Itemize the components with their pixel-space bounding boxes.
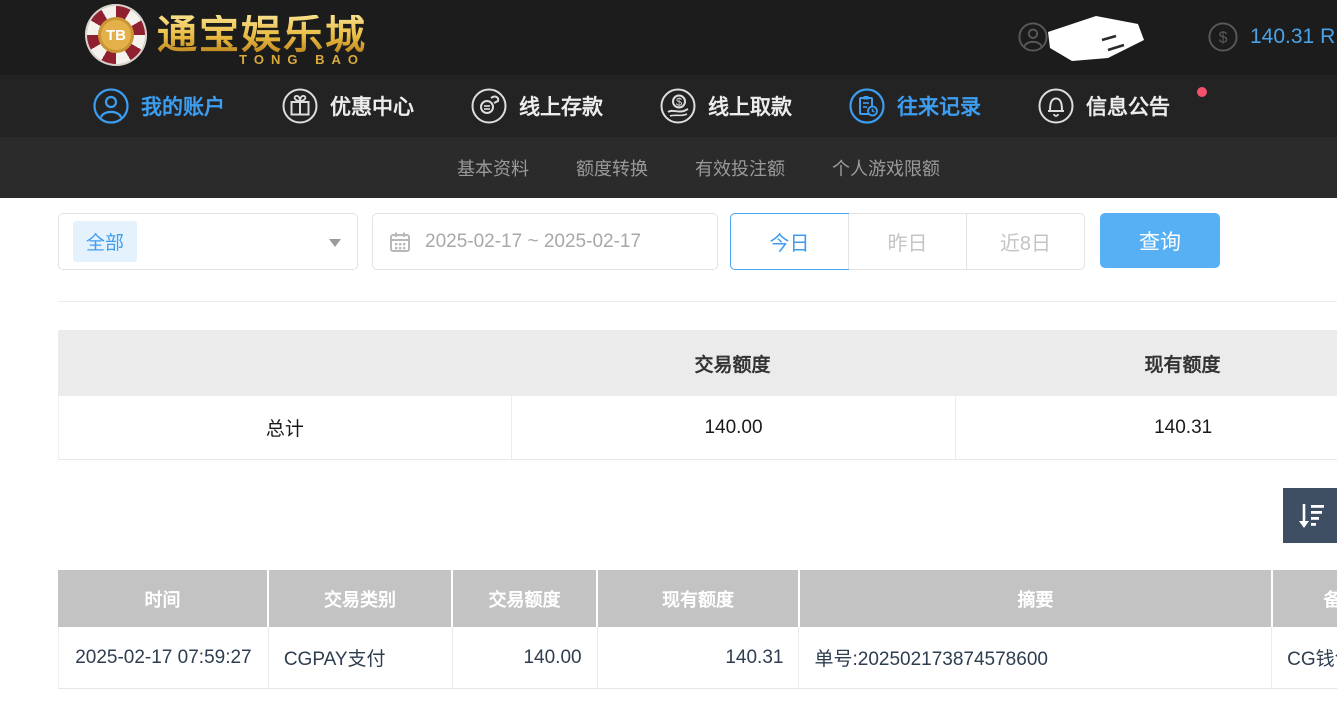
brand-name-en: TONG BAO [239, 52, 365, 67]
nav-label: 我的账户 [141, 91, 225, 121]
brand-name: 通宝娱乐城 TONG BAO [157, 15, 367, 55]
quick-range-yesterday[interactable]: 昨日 [848, 214, 966, 269]
quick-range-8days[interactable]: 近8日 [966, 214, 1084, 269]
subnav-basic-info[interactable]: 基本资料 [457, 155, 529, 181]
poker-chip-icon: TB [85, 4, 147, 66]
brand-name-cn: 通宝娱乐城 [157, 15, 367, 55]
record-remarks: CG钱包 [1271, 627, 1337, 688]
nav-label: 线上存款 [519, 91, 603, 121]
nav-online-deposit[interactable]: 线上存款 [471, 88, 603, 124]
user-icon [1018, 22, 1048, 52]
sort-descending-icon [1295, 500, 1327, 532]
brand-logo[interactable]: TB 通宝娱乐城 TONG BAO [85, 4, 367, 66]
subnav-credit-transfer[interactable]: 额度转换 [576, 155, 648, 181]
subnav-valid-bets[interactable]: 有效投注额 [695, 155, 785, 181]
type-selected-tag: 全部 [73, 221, 137, 262]
summary-table: 交易额度 现有额度 总计 140.00 140.31 [58, 330, 1337, 460]
type-dropdown[interactable]: 全部 [58, 213, 358, 270]
records-header-time: 时间 [58, 570, 267, 627]
balance-display[interactable]: $ 140.31 R [1208, 22, 1335, 52]
account-subnav: 基本资料 额度转换 有效投注额 个人游戏限额 [0, 137, 1337, 198]
nav-label: 往来记录 [897, 91, 981, 121]
nav-online-withdrawal[interactable]: $ 线上取款 [660, 88, 792, 124]
page: TB 通宝娱乐城 TONG BAO 25 $ [0, 0, 1337, 707]
deposit-hand-coin-icon [471, 88, 507, 124]
bell-icon [1038, 88, 1074, 124]
summary-transaction-amount: 140.00 [511, 396, 956, 459]
withdraw-hand-coin-icon: $ [660, 88, 696, 124]
records-header-type: 交易类别 [267, 570, 451, 627]
table-row: 2025-02-17 07:59:27 CGPAY支付 140.00 140.3… [58, 627, 1337, 689]
nav-my-account[interactable]: 我的账户 [93, 88, 225, 124]
top-header: TB 通宝娱乐城 TONG BAO 25 $ [0, 0, 1337, 75]
main-navigation: 我的账户 优惠中心 线上存款 [0, 75, 1337, 137]
svg-text:$: $ [676, 97, 682, 109]
nav-label: 线上取款 [708, 91, 792, 121]
summary-current-balance: 140.31 [955, 396, 1337, 459]
notification-dot [1197, 87, 1207, 97]
divider [58, 301, 1337, 302]
dollar-coin-icon: $ [1208, 22, 1238, 52]
summary-total-row: 总计 140.00 140.31 [58, 396, 1337, 460]
record-current-balance: 140.31 [597, 627, 799, 688]
balance-value: 140.31 R [1250, 25, 1335, 49]
subnav-game-limits[interactable]: 个人游戏限额 [832, 155, 940, 181]
record-time: 2025-02-17 07:59:27 [59, 627, 268, 688]
summary-header-row: 交易额度 现有额度 [58, 330, 1337, 396]
sort-descending-button[interactable] [1283, 488, 1337, 543]
quick-range-group: 今日 昨日 近8日 [730, 213, 1085, 270]
nav-label: 优惠中心 [330, 91, 414, 121]
calendar-icon [389, 231, 411, 253]
records-table: 时间 交易类别 交易额度 现有额度 摘要 备注 2025-02-17 07:59… [58, 570, 1337, 689]
gift-icon [282, 88, 318, 124]
svg-text:$: $ [1219, 30, 1228, 47]
query-button[interactable]: 查询 [1100, 213, 1220, 268]
records-header-remarks: 备注 [1271, 570, 1337, 627]
record-summary: 单号:202502173874578600 [798, 627, 1271, 688]
account-icon [93, 88, 129, 124]
records-header-summary: 摘要 [798, 570, 1271, 627]
records-header-current-balance: 现有额度 [596, 570, 798, 627]
records-header-row: 时间 交易类别 交易额度 现有额度 摘要 备注 [58, 570, 1337, 627]
nav-announcements[interactable]: 信息公告 [1038, 88, 1170, 124]
summary-total-label: 总计 [59, 414, 511, 441]
quick-range-today[interactable]: 今日 [730, 213, 849, 270]
summary-header-current-balance: 现有额度 [955, 350, 1337, 377]
records-clipboard-icon [849, 88, 885, 124]
date-range-value: 2025-02-17 ~ 2025-02-17 [425, 231, 641, 253]
nav-label: 信息公告 [1086, 91, 1170, 121]
user-account[interactable]: 25 [1018, 22, 1079, 52]
nav-promotions[interactable]: 优惠中心 [282, 88, 414, 124]
username-visible-part: 25 [1056, 25, 1079, 49]
balance-suffix: R [1320, 25, 1335, 48]
record-transaction-amount: 140.00 [452, 627, 597, 688]
record-type: CGPAY支付 [268, 627, 452, 688]
records-header-transaction-amount: 交易额度 [451, 570, 596, 627]
date-range-input[interactable]: 2025-02-17 ~ 2025-02-17 [372, 213, 718, 270]
chip-badge: TB [98, 17, 134, 53]
nav-transaction-records[interactable]: 往来记录 [849, 88, 981, 124]
summary-header-transaction-amount: 交易额度 [510, 350, 955, 377]
chevron-down-icon [329, 239, 341, 247]
